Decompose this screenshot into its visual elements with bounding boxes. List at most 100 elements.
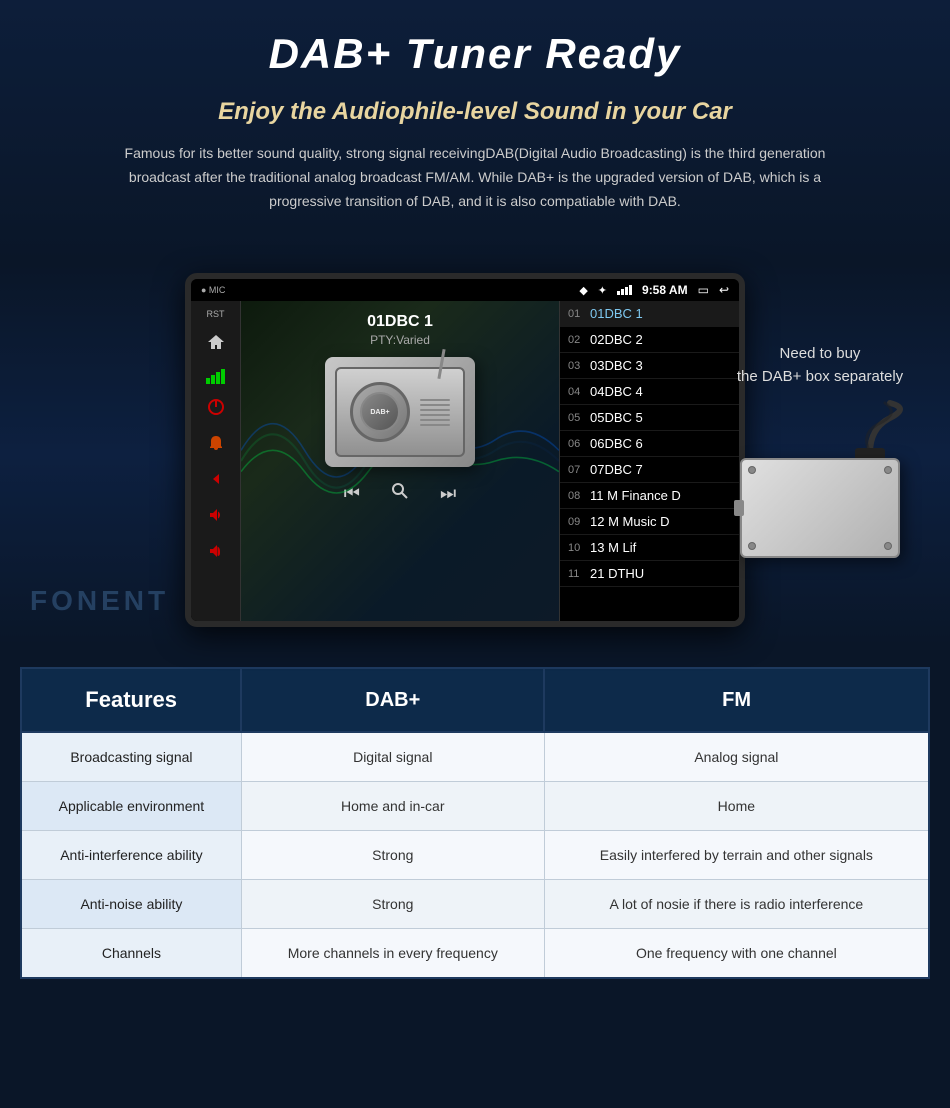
dab-box-label: Need to buy the DAB+ box separately (730, 343, 910, 388)
table-row: Broadcasting signalDigital signalAnalog … (21, 732, 929, 782)
radio-device-image: DAB+ (325, 357, 475, 467)
fm-cell: One frequency with one channel (544, 929, 929, 979)
channel-item[interactable]: 0505DBC 5 (560, 405, 739, 431)
channel-name: 07DBC 7 (590, 462, 731, 477)
comparison-table: Features DAB+ FM Broadcasting signalDigi… (20, 667, 930, 979)
channel-item[interactable]: 0101DBC 1 (560, 301, 739, 327)
channel-name: 11 M Finance D (590, 488, 731, 503)
sig-bar-3 (216, 372, 220, 384)
controls-bar: ⏮ ⏭ (344, 481, 456, 506)
channel-name: 06DBC 6 (590, 436, 731, 451)
tablet-wrapper: ● MIC ◆ ✦ 9:58 AM ▭ ↩ (185, 273, 765, 627)
signal-bar-4 (629, 285, 632, 295)
bluetooth-icon: ✦ (598, 284, 607, 297)
feature-cell: Applicable environment (21, 782, 241, 831)
signal-bars (617, 285, 632, 295)
status-left: ● MIC (201, 285, 225, 295)
channel-item[interactable]: 1013 M Lif (560, 535, 739, 561)
rst-label: RST (207, 309, 225, 319)
time-display: 9:58 AM (642, 283, 688, 297)
signal-bar-1 (617, 291, 620, 295)
sig-bar-4 (221, 369, 225, 384)
channel-item[interactable]: 0606DBC 6 (560, 431, 739, 457)
home-icon[interactable] (203, 329, 229, 355)
next-button[interactable]: ⏭ (440, 483, 456, 504)
channel-number: 02 (568, 334, 590, 346)
dab-cell: Strong (241, 880, 544, 929)
channel-name: 21 DTHU (590, 566, 731, 581)
dab-cell: More channels in every frequency (241, 929, 544, 979)
channel-number: 08 (568, 490, 590, 502)
usb-port (734, 500, 744, 516)
dab-main: 01DBC 1 PTY:Varied (241, 301, 559, 621)
channel-list: 0101DBC 10202DBC 20303DBC 30404DBC 40505… (559, 301, 739, 621)
signal-bar-2 (621, 289, 624, 295)
fm-cell: Easily interfered by terrain and other s… (544, 831, 929, 880)
channel-number: 01 (568, 308, 590, 320)
volume-down-icon[interactable] (203, 502, 229, 528)
table-row: ChannelsMore channels in every frequency… (21, 929, 929, 979)
description: Famous for its better sound quality, str… (115, 142, 835, 213)
channel-number: 04 (568, 386, 590, 398)
radio-speaker-inner: DAB+ (360, 392, 400, 432)
signal-bar-3 (625, 287, 628, 295)
screw-tl (748, 466, 756, 474)
volume-up-icon[interactable] (203, 538, 229, 564)
channel-number: 09 (568, 516, 590, 528)
table-row: Anti-noise abilityStrongA lot of nosie i… (21, 880, 929, 929)
feature-cell: Anti-noise ability (21, 880, 241, 929)
table-row: Applicable environmentHome and in-carHom… (21, 782, 929, 831)
channel-number: 05 (568, 412, 590, 424)
channel-item[interactable]: 0404DBC 4 (560, 379, 739, 405)
col-dab: DAB+ (241, 668, 544, 732)
main-title: DAB+ Tuner Ready (60, 30, 890, 78)
location-icon: ◆ (579, 284, 587, 297)
channel-item[interactable]: 0202DBC 2 (560, 327, 739, 353)
tablet-frame: ● MIC ◆ ✦ 9:58 AM ▭ ↩ (185, 273, 745, 627)
header-row: Features DAB+ FM (21, 668, 929, 732)
channel-number: 11 (568, 568, 590, 580)
tablet-screen: ● MIC ◆ ✦ 9:58 AM ▭ ↩ (191, 279, 739, 621)
dab-box-section: Need to buy the DAB+ box separately (730, 343, 910, 558)
feature-cell: Broadcasting signal (21, 732, 241, 782)
radio-speaker: DAB+ (350, 382, 410, 442)
channel-item[interactable]: 1121 DTHU (560, 561, 739, 587)
channel-name-display: 01DBC 1 (253, 313, 547, 331)
channel-item[interactable]: 0811 M Finance D (560, 483, 739, 509)
channel-number: 06 (568, 438, 590, 450)
dab-cell: Digital signal (241, 732, 544, 782)
table-body: Broadcasting signalDigital signalAnalog … (21, 732, 929, 978)
channel-item[interactable]: 0912 M Music D (560, 509, 739, 535)
col-features: Features (21, 668, 241, 732)
prev-button[interactable]: ⏮ (344, 483, 360, 504)
fm-cell: Analog signal (544, 732, 929, 782)
screw-br (884, 542, 892, 550)
channel-name: 02DBC 2 (590, 332, 731, 347)
dab-content: RST (191, 301, 739, 621)
fm-cell: A lot of nosie if there is radio interfe… (544, 880, 929, 929)
table-row: Anti-interference abilityStrongEasily in… (21, 831, 929, 880)
radio-body: DAB+ (335, 367, 465, 457)
dab-cable-svg (730, 398, 910, 458)
power-icon[interactable] (203, 394, 229, 420)
dab-cell: Strong (241, 831, 544, 880)
pty-label: PTY:Varied (253, 333, 547, 347)
fonent-watermark: FONENT (30, 585, 169, 617)
subtitle: Enjoy the Audiophile-level Sound in your… (60, 98, 890, 126)
screw-tr (884, 466, 892, 474)
mic-label: ● MIC (201, 285, 225, 295)
channel-number: 03 (568, 360, 590, 372)
search-button[interactable] (390, 481, 410, 506)
channel-name: 05DBC 5 (590, 410, 731, 425)
channel-name: 01DBC 1 (590, 306, 731, 321)
screw-bl (748, 542, 756, 550)
dab-cell: Home and in-car (241, 782, 544, 831)
back-arrow-icon[interactable] (203, 466, 229, 492)
dab-sidebar: RST (191, 301, 241, 621)
channel-item[interactable]: 0303DBC 3 (560, 353, 739, 379)
feature-cell: Channels (21, 929, 241, 979)
bell-icon[interactable] (203, 430, 229, 456)
channel-number: 07 (568, 464, 590, 476)
channel-item[interactable]: 0707DBC 7 (560, 457, 739, 483)
fm-cell: Home (544, 782, 929, 831)
